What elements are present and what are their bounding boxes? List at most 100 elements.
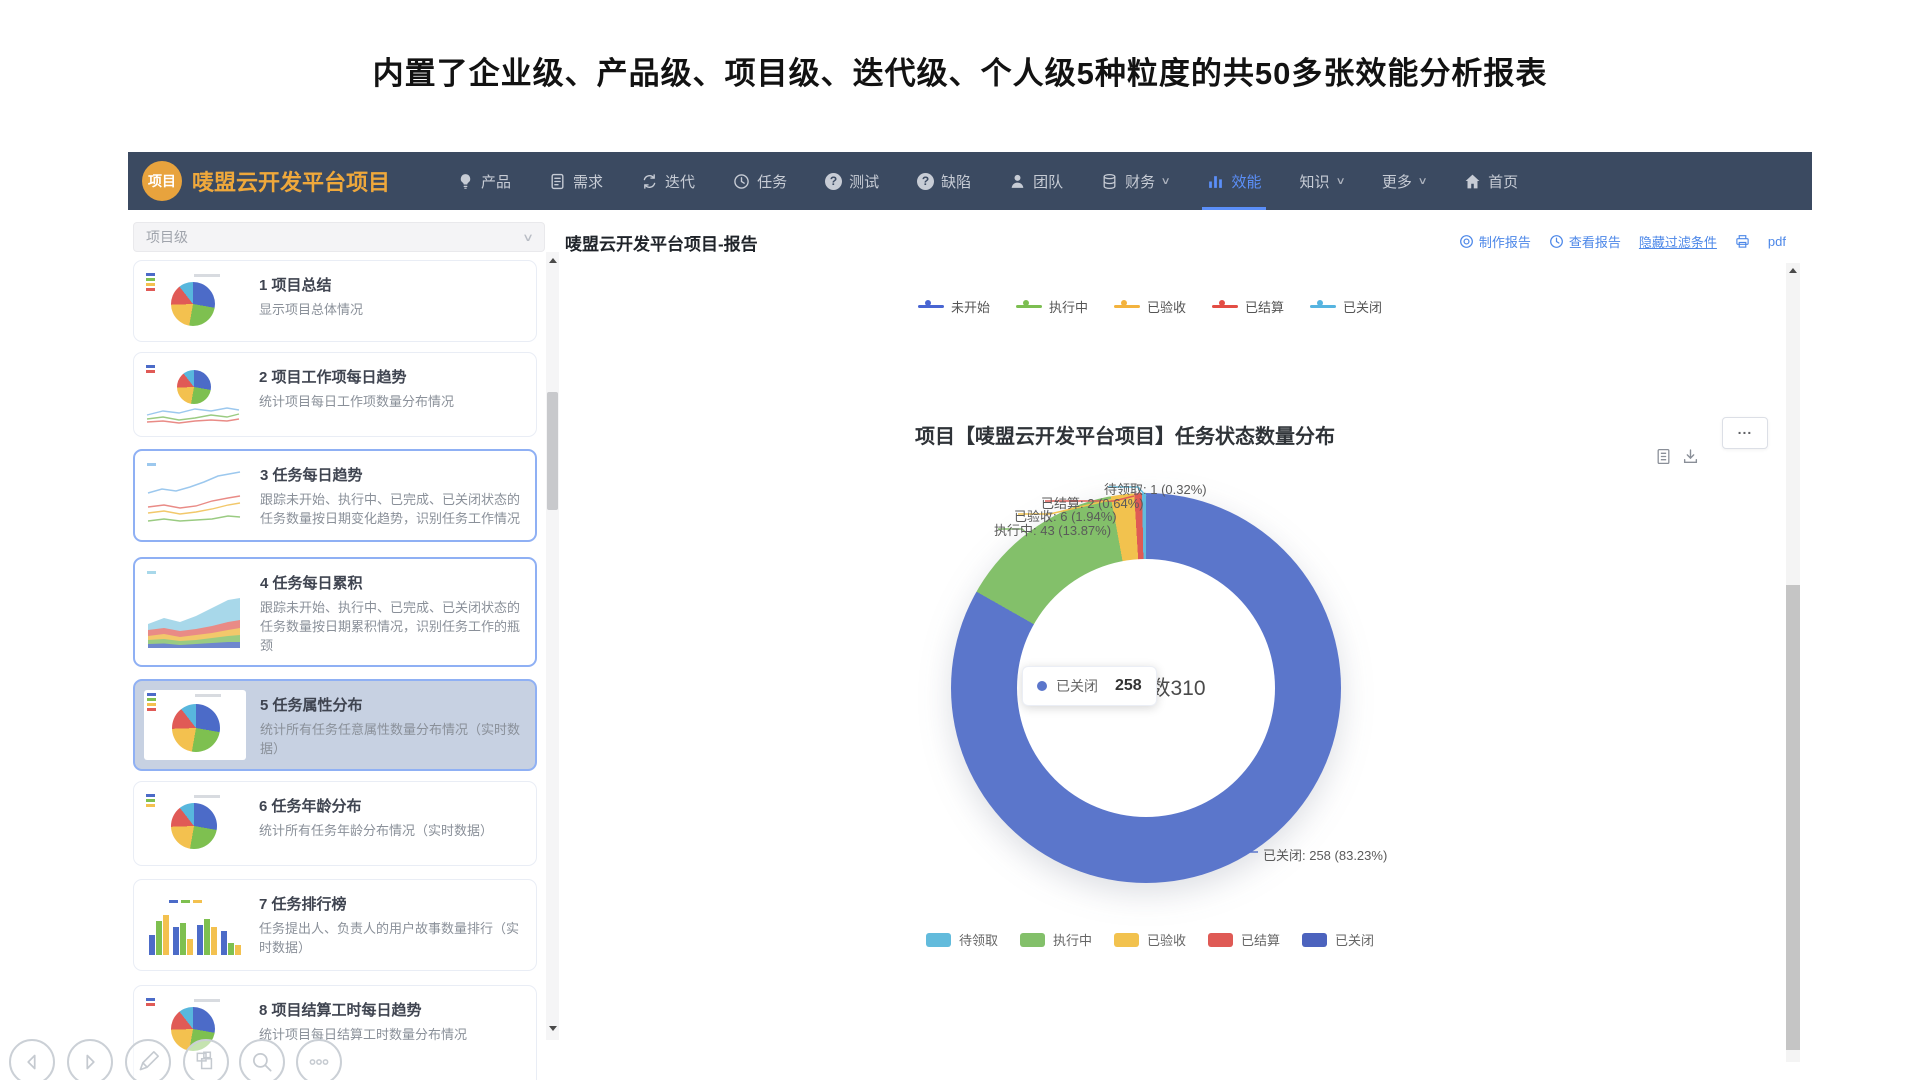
sidebar-scrollbar-track[interactable] bbox=[546, 252, 559, 1040]
card-thumbnail-area bbox=[144, 568, 246, 656]
chart-bottom-legend: 待领取 执行中 已验收 已结算 已关闭 bbox=[930, 930, 1370, 949]
nav-item-product[interactable]: 产品 bbox=[438, 152, 530, 210]
nav-label: 产品 bbox=[481, 171, 511, 192]
next-icon bbox=[77, 1049, 103, 1075]
top-navbar: 项目 唛盟云开发平台项目 产品 需求 迭代 任务 ? 测试 bbox=[128, 152, 1812, 210]
card-thumbnail-lines bbox=[144, 460, 246, 531]
nav-item-iterations[interactable]: 迭代 bbox=[622, 152, 714, 210]
card-thumbnail-pie bbox=[143, 270, 245, 332]
chevron-down-icon: ∨ bbox=[522, 231, 534, 244]
legend-item[interactable]: 已结算 bbox=[1208, 930, 1280, 949]
nav-item-more[interactable]: 更多 ∨ bbox=[1363, 152, 1445, 210]
legend-item[interactable]: 执行中 bbox=[1016, 297, 1088, 316]
bar-chart-icon bbox=[1207, 173, 1224, 190]
nav-label: 效能 bbox=[1231, 171, 1261, 192]
nav-menu: 产品 需求 迭代 任务 ? 测试 ? 缺陷 bbox=[438, 152, 1537, 210]
report-card-6[interactable]: 6 任务年龄分布 统计所有任务年龄分布情况（实时数据） bbox=[133, 781, 537, 866]
previous-icon bbox=[19, 1049, 45, 1075]
card-title: 5 任务属性分布 bbox=[260, 694, 526, 715]
legend-item[interactable]: 已结算 bbox=[1212, 297, 1284, 316]
card-title: 7 任务排行榜 bbox=[259, 893, 527, 914]
legend-item[interactable]: 待领取 bbox=[926, 930, 998, 949]
more-options-button[interactable] bbox=[296, 1039, 342, 1080]
person-icon bbox=[1009, 173, 1026, 190]
card-desc: 统计所有任务年龄分布情况（实时数据） bbox=[259, 822, 493, 841]
chevron-down-icon: ∨ bbox=[1335, 176, 1345, 187]
nav-label: 知识 bbox=[1299, 171, 1329, 192]
database-icon bbox=[1101, 173, 1118, 190]
card-title: 2 项目工作项每日趋势 bbox=[259, 366, 454, 387]
chevron-down-icon: ∨ bbox=[1417, 176, 1427, 187]
nav-label: 需求 bbox=[573, 171, 603, 192]
card-desc: 统计项目每日工作项数量分布情况 bbox=[259, 393, 454, 412]
previous-slide-button[interactable] bbox=[9, 1039, 55, 1080]
report-card-7[interactable]: 7 任务排行榜 任务提出人、负责人的用户故事数量排行（实时数据） bbox=[133, 879, 537, 971]
nav-item-team[interactable]: 团队 bbox=[990, 152, 1082, 210]
copy-slides-button[interactable] bbox=[183, 1039, 229, 1080]
chart-tooltip: 已关闭 258 bbox=[1022, 666, 1157, 706]
make-report-link[interactable]: 制作报告 bbox=[1459, 232, 1531, 251]
callout-label-closed: 已关闭: 258 (83.23%) bbox=[1263, 845, 1387, 864]
ellipsis-icon bbox=[306, 1049, 332, 1075]
chevron-down-icon: ∨ bbox=[1161, 176, 1171, 187]
clock-icon bbox=[1549, 234, 1564, 249]
copy-icon bbox=[193, 1049, 219, 1075]
chart-top-legend: 未开始 执行中 已验收 已结算 已关闭 bbox=[865, 297, 1435, 316]
pen-tool-button[interactable] bbox=[125, 1039, 171, 1080]
report-category-select[interactable]: 项目级 ∨ bbox=[133, 222, 545, 252]
nav-item-finance[interactable]: 财务 ∨ bbox=[1082, 152, 1188, 210]
page: 内置了企业级、产品级、项目级、迭代级、个人级5种粒度的共50多张效能分析报表 项… bbox=[0, 0, 1920, 1080]
tooltip-value: 258 bbox=[1115, 677, 1142, 695]
card-title: 1 项目总结 bbox=[259, 274, 363, 295]
next-slide-button[interactable] bbox=[67, 1039, 113, 1080]
sidebar-scrollbar-thumb[interactable] bbox=[547, 392, 558, 510]
report-card-4[interactable]: 4 任务每日累积 跟踪未开始、执行中、已完成、已关闭状态的任务数量按日期累积情况… bbox=[133, 557, 537, 667]
report-card-5-selected[interactable]: 5 任务属性分布 统计所有任务任意属性数量分布情况（实时数据） bbox=[133, 679, 537, 771]
hide-filter-link[interactable]: 隐藏过滤条件 bbox=[1639, 232, 1717, 251]
nav-item-knowledge[interactable]: 知识 ∨ bbox=[1280, 152, 1362, 210]
card-title: 4 任务每日累积 bbox=[260, 572, 526, 593]
question-circle-icon: ? bbox=[917, 173, 934, 190]
sidebar-scroll-down-arrow[interactable] bbox=[549, 1026, 557, 1031]
question-circle-icon: ? bbox=[825, 173, 842, 190]
chart-more-button[interactable]: ... bbox=[1722, 417, 1768, 449]
legend-item[interactable]: 已关闭 bbox=[1302, 930, 1374, 949]
zoom-tool-button[interactable] bbox=[239, 1039, 285, 1080]
nav-item-home[interactable]: 首页 bbox=[1445, 152, 1537, 210]
card-thumbnail-pie bbox=[144, 690, 246, 760]
pdf-link[interactable]: pdf bbox=[1768, 234, 1786, 249]
data-view-icon[interactable] bbox=[1655, 448, 1672, 465]
legend-item[interactable]: 未开始 bbox=[918, 297, 990, 316]
document-icon bbox=[549, 173, 566, 190]
legend-item[interactable]: 已关闭 bbox=[1310, 297, 1382, 316]
legend-item[interactable]: 已验收 bbox=[1114, 930, 1186, 949]
nav-item-tasks[interactable]: 任务 bbox=[714, 152, 806, 210]
report-card-1[interactable]: 1 项目总结 显示项目总体情况 bbox=[133, 260, 537, 342]
page-headline: 内置了企业级、产品级、项目级、迭代级、个人级5种粒度的共50多张效能分析报表 bbox=[0, 48, 1920, 93]
project-logo: 项目 bbox=[142, 161, 182, 201]
search-icon bbox=[249, 1049, 275, 1075]
report-card-3[interactable]: 3 任务每日趋势 跟踪未开始、执行中、已完成、已关闭状态的任务数量按日期变化趋势… bbox=[133, 449, 537, 542]
legend-item[interactable]: 执行中 bbox=[1020, 930, 1092, 949]
card-desc: 跟踪未开始、执行中、已完成、已关闭状态的任务数量按日期变化趋势，识别任务工作情况 bbox=[260, 491, 526, 529]
card-desc: 统计项目每日结算工时数量分布情况 bbox=[259, 1026, 467, 1045]
brand-title: 唛盟云开发平台项目 bbox=[192, 165, 390, 197]
legend-item[interactable]: 已验收 bbox=[1114, 297, 1186, 316]
report-card-2[interactable]: 2 项目工作项每日趋势 统计项目每日工作项数量分布情况 bbox=[133, 352, 537, 437]
nav-item-testing[interactable]: ? 测试 bbox=[806, 152, 898, 210]
main-scroll-up-arrow[interactable] bbox=[1789, 268, 1797, 273]
nav-label: 迭代 bbox=[665, 171, 695, 192]
tooltip-series-dot bbox=[1037, 681, 1047, 691]
card-title: 3 任务每日趋势 bbox=[260, 464, 526, 485]
main-scrollbar-thumb[interactable] bbox=[1786, 585, 1800, 1050]
card-thumbnail-pie-line bbox=[143, 362, 245, 427]
sidebar-scroll-up-arrow[interactable] bbox=[549, 258, 557, 263]
nav-label: 首页 bbox=[1488, 171, 1518, 192]
download-icon[interactable] bbox=[1682, 448, 1699, 465]
nav-item-defects[interactable]: ? 缺陷 bbox=[898, 152, 990, 210]
nav-item-performance[interactable]: 效能 bbox=[1188, 152, 1280, 210]
nav-item-requirements[interactable]: 需求 bbox=[530, 152, 622, 210]
card-desc: 显示项目总体情况 bbox=[259, 301, 363, 320]
print-button[interactable] bbox=[1735, 234, 1750, 249]
view-report-link[interactable]: 查看报告 bbox=[1549, 232, 1621, 251]
